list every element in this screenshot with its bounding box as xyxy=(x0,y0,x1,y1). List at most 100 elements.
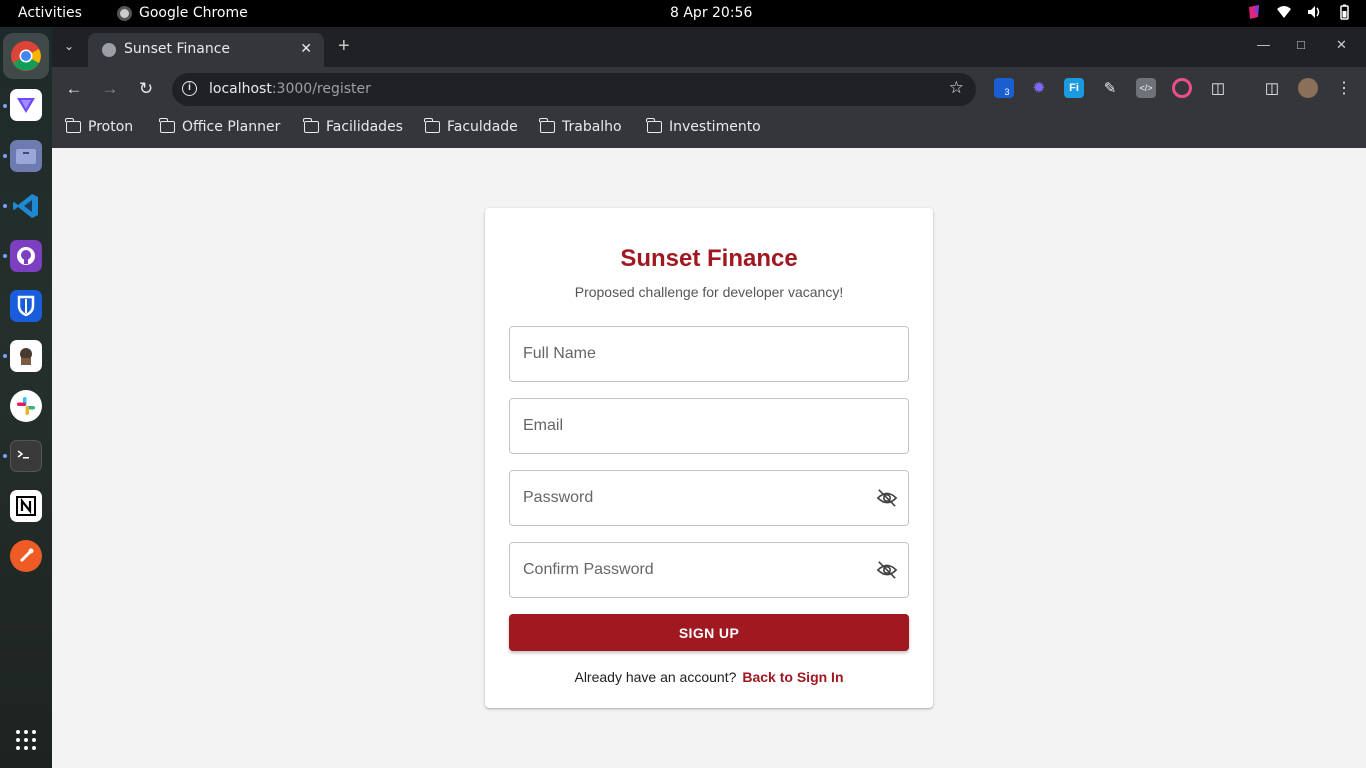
dock-files[interactable] xyxy=(10,140,42,172)
new-tab-plus-icon[interactable]: + xyxy=(338,35,350,58)
app-grid-icon xyxy=(16,730,36,750)
running-indicator xyxy=(3,354,7,358)
dock-github[interactable] xyxy=(10,240,42,272)
dock-chrome[interactable] xyxy=(3,33,49,79)
browser-window: ⌄ Sunset Finance ✕ + — □ ✕ ← → ↻ i local… xyxy=(52,27,1366,148)
full-name-input[interactable] xyxy=(523,327,863,381)
files-icon xyxy=(16,149,36,164)
wifi-icon[interactable] xyxy=(1276,4,1292,20)
email-input[interactable] xyxy=(523,399,863,453)
github-desktop-icon xyxy=(17,247,35,265)
side-panel-icon[interactable]: ◫ xyxy=(1262,78,1282,98)
profile-avatar[interactable] xyxy=(1298,78,1318,98)
system-clock[interactable]: 8 Apr 20:56 xyxy=(670,5,752,21)
email-field[interactable] xyxy=(509,398,909,454)
folder-icon xyxy=(424,118,440,133)
tab-strip: ⌄ Sunset Finance ✕ + — □ ✕ xyxy=(52,27,1366,67)
minimize-icon[interactable]: — xyxy=(1257,37,1270,52)
url-text[interactable]: localhost:3000/register xyxy=(209,81,371,97)
system-tray[interactable] xyxy=(1246,4,1352,20)
close-window-icon[interactable]: ✕ xyxy=(1336,37,1347,53)
dock-app[interactable] xyxy=(10,340,42,372)
extension-badge-icon[interactable]: 3 xyxy=(994,78,1014,98)
running-indicator xyxy=(3,104,7,108)
bookmark-label: Faculdade xyxy=(447,119,518,135)
app-icon xyxy=(20,348,32,365)
dock-show-apps[interactable] xyxy=(10,724,42,756)
vscode-icon xyxy=(13,194,38,218)
dock-bitwarden[interactable] xyxy=(10,290,42,322)
bookmark-label: Facilidades xyxy=(326,119,403,135)
account-prompt-text: Already have an account? xyxy=(574,669,737,685)
extension-fi-icon[interactable]: Fi xyxy=(1064,78,1084,98)
folder-icon xyxy=(303,118,319,133)
globe-icon xyxy=(102,43,116,57)
full-name-field[interactable] xyxy=(509,326,909,382)
bookmark-folder-facilidades[interactable]: Facilidades xyxy=(303,118,403,135)
dock-slack[interactable] xyxy=(10,390,42,422)
eyedropper-icon[interactable]: ✎ xyxy=(1100,78,1120,98)
tab-sunset-finance[interactable]: Sunset Finance ✕ xyxy=(88,33,324,67)
back-arrow-icon[interactable]: ← xyxy=(63,79,85,101)
back-to-sign-in-link[interactable]: Back to Sign In xyxy=(742,669,843,685)
dock-notion[interactable] xyxy=(10,490,42,522)
folder-icon xyxy=(539,118,555,133)
visibility-off-icon[interactable] xyxy=(876,560,898,580)
extensions-puzzle-icon[interactable]: ◫ xyxy=(1208,78,1228,98)
dock-terminal[interactable] xyxy=(10,440,42,472)
site-info-icon[interactable]: i xyxy=(182,81,197,96)
bookmark-label: Trabalho xyxy=(562,119,622,135)
reload-icon[interactable]: ↻ xyxy=(135,79,157,101)
dock-proton-vpn[interactable] xyxy=(10,89,42,121)
volume-icon[interactable] xyxy=(1306,4,1322,20)
dock-postman[interactable] xyxy=(10,540,42,572)
bookmark-folder-proton[interactable]: Proton xyxy=(65,118,134,135)
visibility-off-icon[interactable] xyxy=(876,488,898,508)
tab-search-chevron-icon[interactable]: ⌄ xyxy=(64,39,74,53)
extension-code-icon[interactable]: </> xyxy=(1136,78,1156,98)
postman-icon xyxy=(19,548,34,563)
confirm-password-input[interactable] xyxy=(523,543,863,597)
sign-in-prompt: Already have an account? Back to Sign In xyxy=(485,669,933,685)
chrome-menu-icon[interactable]: ⋮ xyxy=(1334,78,1354,98)
bookmark-folder-faculdade[interactable]: Faculdade xyxy=(424,118,518,135)
slack-icon xyxy=(17,397,35,415)
proton-vpn-icon xyxy=(17,98,35,113)
register-card: Sunset Finance Proposed challenge for de… xyxy=(485,208,933,708)
folder-icon xyxy=(646,118,662,133)
forward-arrow-icon[interactable]: → xyxy=(99,79,121,101)
dock-vscode[interactable] xyxy=(10,190,42,222)
activities-button[interactable]: Activities xyxy=(18,5,82,21)
terminal-icon xyxy=(17,450,29,459)
app-title: Sunset Finance xyxy=(620,245,798,272)
bookmark-folder-trabalho[interactable]: Trabalho xyxy=(539,118,622,135)
running-indicator xyxy=(3,204,7,208)
active-app-name: Google Chrome xyxy=(139,5,248,21)
bookmark-folder-office-planner[interactable]: Office Planner xyxy=(159,118,280,135)
confirm-password-field[interactable] xyxy=(509,542,909,598)
bookmarks-bar: Proton Office Planner Facilidades Faculd… xyxy=(52,112,1366,148)
running-indicator xyxy=(3,254,7,258)
browser-toolbar: ← → ↻ i localhost:3000/register ☆ 3 ✹ Fi… xyxy=(52,67,1366,112)
app-indicator-icon[interactable] xyxy=(1246,4,1262,20)
sign-up-button[interactable]: SIGN UP xyxy=(509,614,909,651)
close-tab-icon[interactable]: ✕ xyxy=(300,40,312,57)
active-app-indicator[interactable]: Google Chrome xyxy=(117,5,248,21)
extension-color-icon[interactable] xyxy=(1172,78,1192,98)
battery-icon[interactable] xyxy=(1336,4,1352,20)
password-input[interactable] xyxy=(523,471,863,525)
address-bar[interactable]: i localhost:3000/register ☆ xyxy=(172,73,976,106)
bookmark-star-icon[interactable]: ☆ xyxy=(949,78,964,98)
extension-gear-icon[interactable]: ✹ xyxy=(1029,78,1049,98)
maximize-icon[interactable]: □ xyxy=(1297,37,1305,52)
bookmark-folder-investimento[interactable]: Investimento xyxy=(646,118,761,135)
url-path: :3000/register xyxy=(271,81,371,97)
system-top-bar: Activities Google Chrome 8 Apr 20:56 xyxy=(0,0,1366,27)
url-host: localhost xyxy=(209,81,272,97)
password-field[interactable] xyxy=(509,470,909,526)
bookmark-label: Proton xyxy=(88,119,134,135)
bitwarden-icon xyxy=(17,295,35,317)
chrome-icon xyxy=(11,41,41,71)
running-indicator xyxy=(3,154,7,158)
running-indicator xyxy=(3,454,7,458)
